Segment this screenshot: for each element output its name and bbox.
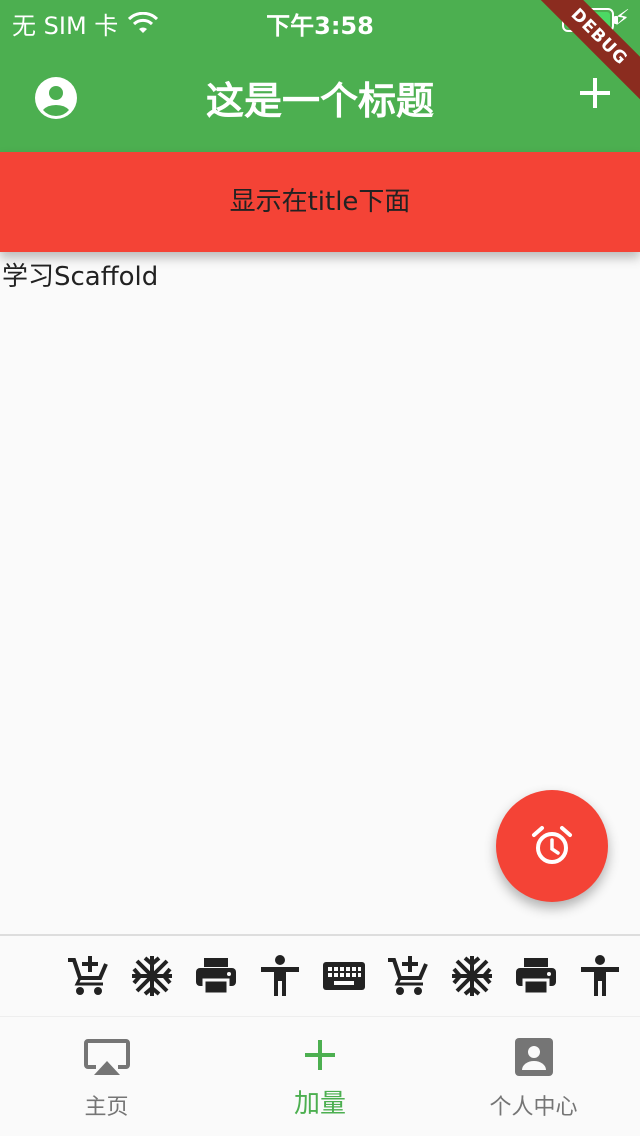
status-bar: 无 SIM 卡 下午3:58 ⚡ [0,0,640,40]
alarm-fab-button[interactable] [496,790,608,902]
accessibility-icon[interactable] [258,954,302,998]
ac-unit-icon[interactable] [130,954,174,998]
nav-label-home: 主页 [84,1095,129,1120]
status-time: 下午3:58 [266,12,374,40]
nav-item-add[interactable]: 加量 [213,1017,427,1136]
nav-label-profile: 个人中心 [489,1095,578,1120]
accessibility-icon[interactable] [578,954,622,998]
body-text: 学习Scaffold [2,262,159,292]
app-bar-title: 这是一个标题 [205,79,434,123]
nav-label-add: 加量 [293,1089,346,1119]
print-icon[interactable] [514,954,558,998]
toolbar: 这是一个标题 [0,40,640,152]
nav-item-home[interactable]: 主页 [0,1017,213,1136]
add-icon[interactable] [578,76,612,110]
nav-item-profile[interactable]: 个人中心 [427,1017,640,1136]
app-bar: 无 SIM 卡 下午3:58 ⚡ 这是一个标题 [0,0,640,152]
account-box-icon [514,1038,553,1076]
bottom-navigation-bar: 主页 加量 个人中心 [0,1016,640,1136]
add-icon [305,1040,335,1070]
keyboard-icon[interactable] [322,954,366,998]
app-bar-bottom: 显示在title下面 [0,152,640,252]
print-icon[interactable] [194,954,238,998]
persistent-footer-buttons [0,934,640,1016]
ac-unit-icon[interactable] [450,954,494,998]
alarm-icon [532,826,572,864]
add-shopping-cart-icon[interactable] [66,954,110,998]
add-shopping-cart-icon[interactable] [386,954,430,998]
charging-icon: ⚡ [614,6,630,31]
airplay-icon [83,1039,130,1075]
